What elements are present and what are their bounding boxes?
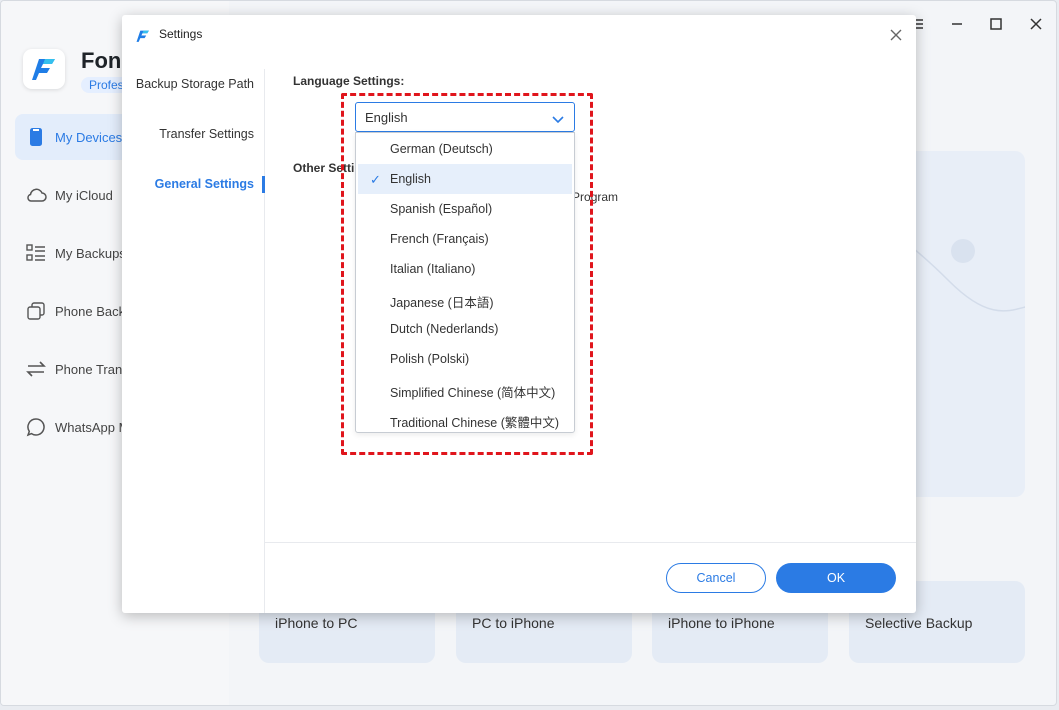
active-tab-indicator bbox=[262, 176, 265, 193]
app-logo bbox=[23, 49, 65, 89]
cancel-button[interactable]: Cancel bbox=[666, 563, 766, 593]
close-icon[interactable] bbox=[1025, 13, 1047, 35]
language-select[interactable]: English bbox=[355, 102, 575, 132]
language-option[interactable]: Traditional Chinese (繁體中文) bbox=[356, 404, 574, 434]
language-dropdown-list: German (Deutsch) ✓ English Spanish (Espa… bbox=[355, 132, 575, 433]
sidebar-item-label: My iCloud bbox=[55, 187, 113, 203]
tab-backup-storage-path[interactable]: Backup Storage Path bbox=[136, 77, 254, 91]
chat-icon bbox=[25, 416, 47, 438]
language-option-selected[interactable]: ✓ English bbox=[358, 164, 572, 194]
sidebar-item-label: My Backups bbox=[55, 245, 126, 261]
dialog-titlebar: Settings bbox=[122, 15, 916, 55]
dialog-title: Settings bbox=[159, 27, 203, 41]
maximize-icon[interactable] bbox=[985, 13, 1007, 35]
list-icon bbox=[25, 242, 47, 264]
language-option-label: English bbox=[390, 172, 431, 186]
sidebar-item-label: Phone Trans bbox=[55, 361, 129, 377]
tab-transfer-settings[interactable]: Transfer Settings bbox=[159, 127, 254, 141]
phone-icon bbox=[25, 126, 47, 148]
brand: Fone Profes bbox=[23, 49, 134, 94]
sidebar-item-label: WhatsApp M bbox=[55, 419, 130, 435]
language-option[interactable]: Italian (Italiano) bbox=[356, 254, 574, 284]
copy-icon bbox=[25, 300, 47, 322]
language-option[interactable]: Japanese (日本語) bbox=[356, 284, 574, 314]
language-option[interactable]: Spanish (Español) bbox=[356, 194, 574, 224]
chevron-down-icon bbox=[552, 112, 564, 127]
ok-button[interactable]: OK bbox=[776, 563, 896, 593]
close-icon[interactable] bbox=[886, 25, 906, 45]
language-option[interactable]: Polish (Polski) bbox=[356, 344, 574, 374]
tab-general-settings[interactable]: General Settings bbox=[155, 177, 254, 191]
language-select-value: English bbox=[365, 110, 408, 125]
language-option[interactable]: Dutch (Nederlands) bbox=[356, 314, 574, 344]
cloud-icon bbox=[25, 184, 47, 206]
language-settings-heading: Language Settings: bbox=[293, 74, 405, 88]
language-option[interactable]: French (Français) bbox=[356, 224, 574, 254]
footer-divider bbox=[265, 542, 916, 543]
language-option[interactable]: German (Deutsch) bbox=[356, 134, 574, 164]
transfer-icon bbox=[25, 358, 47, 380]
settings-nav: Backup Storage Path Transfer Settings Ge… bbox=[122, 69, 265, 613]
sidebar-item-label: My Devices bbox=[55, 129, 123, 145]
sidebar-item-label: Phone Backu bbox=[55, 303, 133, 319]
minimize-icon[interactable] bbox=[946, 13, 968, 35]
check-icon: ✓ bbox=[370, 172, 381, 187]
app-logo-icon bbox=[136, 29, 150, 48]
other-settings-heading: Other Setti bbox=[293, 161, 355, 175]
language-option[interactable]: Simplified Chinese (简体中文) bbox=[356, 374, 574, 404]
